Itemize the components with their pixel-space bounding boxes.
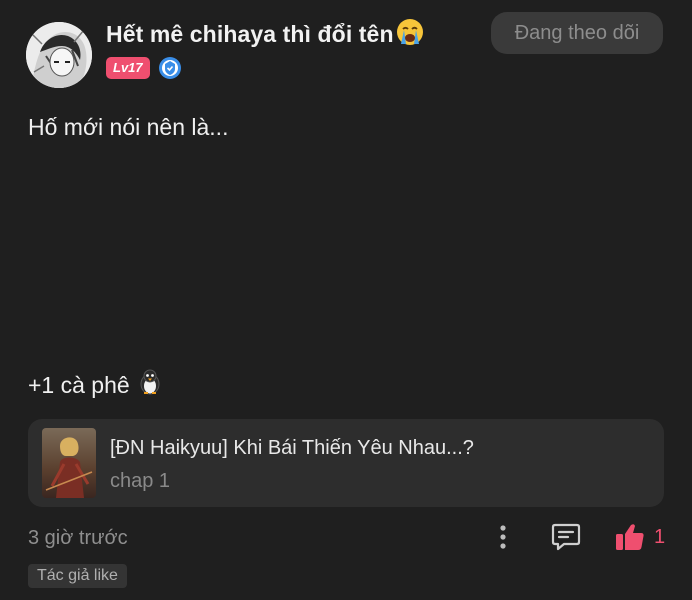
crying-face-emoji-icon — [396, 18, 424, 52]
user-badges: Lv17 — [106, 56, 182, 80]
blue-shield-check-icon — [158, 56, 182, 80]
like-count: 1 — [654, 525, 666, 548]
thumbs-up-icon — [614, 522, 646, 552]
author-liked-tag: Tác giả like — [28, 564, 127, 588]
level-badge: Lv17 — [106, 57, 150, 79]
like-button[interactable]: 1 — [614, 522, 665, 552]
avatar-image — [26, 22, 92, 88]
story-title: [ĐN Haikyuu] Khi Bái Thiến Yêu Nhau...? — [110, 437, 474, 459]
comment-timestamp: 3 giờ trước — [28, 527, 128, 549]
username[interactable]: Hết mê chihaya thì đổi tên — [106, 18, 424, 52]
avatar[interactable] — [26, 22, 92, 88]
story-chapter: chap 1 — [110, 470, 171, 492]
coffee-reward-text: +1 cà phê — [28, 371, 130, 398]
reply-comment-icon[interactable] — [550, 522, 582, 552]
comment-text: Hố mới nói nên là... — [28, 114, 229, 140]
story-cover-image — [42, 428, 96, 498]
coffee-reward-line: +1 cà phê — [28, 369, 162, 401]
story-card[interactable]: [ĐN Haikyuu] Khi Bái Thiến Yêu Nhau...? … — [28, 419, 664, 507]
penguin-icon — [138, 369, 162, 401]
more-options-icon[interactable] — [492, 523, 514, 551]
username-text: Hết mê chihaya thì đổi tên — [106, 21, 394, 47]
following-button[interactable]: Đang theo dõi — [491, 12, 663, 54]
